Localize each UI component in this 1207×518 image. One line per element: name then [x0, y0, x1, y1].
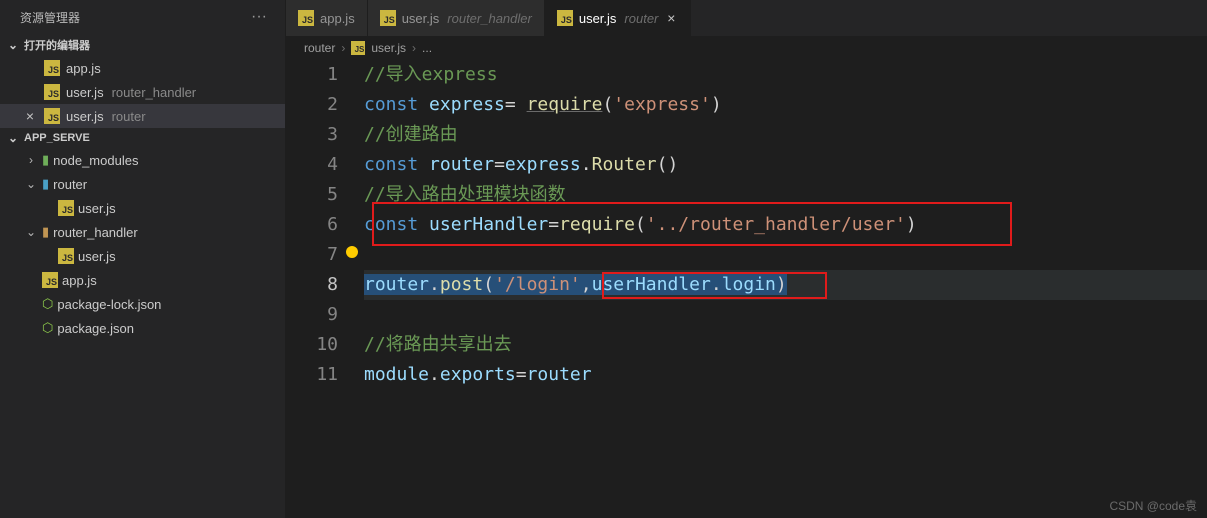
js-icon: JS [557, 10, 573, 26]
explorer-sidebar: 资源管理器 ··· ⌄ 打开的编辑器 × JS app.js × JS user… [0, 0, 286, 518]
tree-file-pkg-lock[interactable]: ⬡ package-lock.json [0, 292, 285, 316]
tab-bar: JS app.js JS user.js router_handler JS u… [286, 0, 1207, 36]
tree-label: app.js [62, 273, 97, 288]
tree-folder-router[interactable]: ⌄ ▮ router [0, 172, 285, 196]
watermark: CSDN @code袁 [1109, 497, 1197, 514]
tree-file-router-user[interactable]: JS user.js [0, 196, 285, 220]
file-name: app.js [66, 61, 101, 76]
chevron-right-icon: › [341, 41, 345, 55]
tree-label: user.js [78, 201, 116, 216]
explorer-header: 资源管理器 ··· [0, 0, 285, 34]
file-folder: router_handler [112, 85, 197, 100]
chevron-right-icon: › [24, 153, 38, 167]
tab-app-js[interactable]: JS app.js [286, 0, 368, 36]
close-icon[interactable]: × [22, 108, 38, 124]
code-editor[interactable]: 1234567891011 //导入express const express=… [286, 60, 1207, 518]
code-comment: //导入express [364, 64, 498, 85]
tree-label: node_modules [53, 153, 138, 168]
tree-file-app-js[interactable]: JS app.js [0, 268, 285, 292]
open-editors-label: 打开的编辑器 [24, 37, 90, 53]
js-icon: JS [351, 41, 365, 55]
explorer-title: 资源管理器 [20, 9, 80, 26]
more-icon[interactable]: ··· [247, 8, 271, 26]
line-gutter: 1234567891011 [286, 60, 364, 518]
folder-icon: ▮ [42, 152, 49, 168]
tab-label: user.js [579, 11, 617, 26]
tab-label: user.js [402, 11, 440, 26]
node-icon: ⬡ [42, 296, 53, 312]
open-editor-item[interactable]: × JS user.js router_handler [0, 80, 285, 104]
code-comment: //导入路由处理模块函数 [364, 184, 566, 205]
code-comment: //创建路由 [364, 124, 458, 145]
js-icon: JS [380, 10, 396, 26]
tab-folder: router [624, 11, 658, 26]
crumb-file[interactable]: user.js [371, 41, 406, 55]
code-comment: //将路由共享出去 [364, 334, 512, 355]
open-editor-item[interactable]: × JS user.js router [0, 104, 285, 128]
js-icon: JS [298, 10, 314, 26]
js-icon: JS [44, 60, 60, 76]
file-name: user.js [66, 109, 104, 124]
tree-label: package-lock.json [57, 297, 161, 312]
tree-file-pkg[interactable]: ⬡ package.json [0, 316, 285, 340]
chevron-down-icon: ⌄ [24, 225, 38, 239]
crumb-more[interactable]: ... [422, 41, 432, 55]
tree-label: user.js [78, 249, 116, 264]
js-icon: JS [42, 272, 58, 288]
chevron-down-icon: ⌄ [6, 131, 20, 145]
tab-user-router-handler[interactable]: JS user.js router_handler [368, 0, 545, 36]
js-icon: JS [58, 200, 74, 216]
chevron-down-icon: ⌄ [6, 38, 20, 52]
js-icon: JS [44, 108, 60, 124]
close-icon[interactable]: × [664, 10, 678, 26]
crumb-router[interactable]: router [304, 41, 335, 55]
tree-label: package.json [57, 321, 134, 336]
chevron-down-icon: ⌄ [24, 177, 38, 191]
tab-label: app.js [320, 11, 355, 26]
tree-label: router_handler [53, 225, 138, 240]
node-icon: ⬡ [42, 320, 53, 336]
file-folder: router [112, 109, 146, 124]
tree-folder-router-handler[interactable]: ⌄ ▮ router_handler [0, 220, 285, 244]
breadcrumb[interactable]: router › JS user.js › ... [286, 36, 1207, 60]
tree-file-rh-user[interactable]: JS user.js [0, 244, 285, 268]
js-icon: JS [58, 248, 74, 264]
folder-icon: ▮ [42, 176, 49, 192]
folder-icon: ▮ [42, 224, 49, 240]
js-icon: JS [44, 84, 60, 100]
project-section[interactable]: ⌄ APP_SERVE [0, 128, 285, 148]
tab-folder: router_handler [447, 11, 532, 26]
chevron-right-icon: › [412, 41, 416, 55]
project-label: APP_SERVE [24, 132, 90, 144]
tree-folder-node-modules[interactable]: › ▮ node_modules [0, 148, 285, 172]
open-editors-section[interactable]: ⌄ 打开的编辑器 [0, 34, 285, 56]
open-editor-item[interactable]: × JS app.js [0, 56, 285, 80]
editor-main: JS app.js JS user.js router_handler JS u… [286, 0, 1207, 518]
tab-user-router[interactable]: JS user.js router × [545, 0, 692, 36]
file-name: user.js [66, 85, 104, 100]
code-content[interactable]: //导入express const express= require('expr… [364, 60, 1207, 518]
tree-label: router [53, 177, 87, 192]
lightbulb-icon[interactable] [346, 246, 358, 258]
